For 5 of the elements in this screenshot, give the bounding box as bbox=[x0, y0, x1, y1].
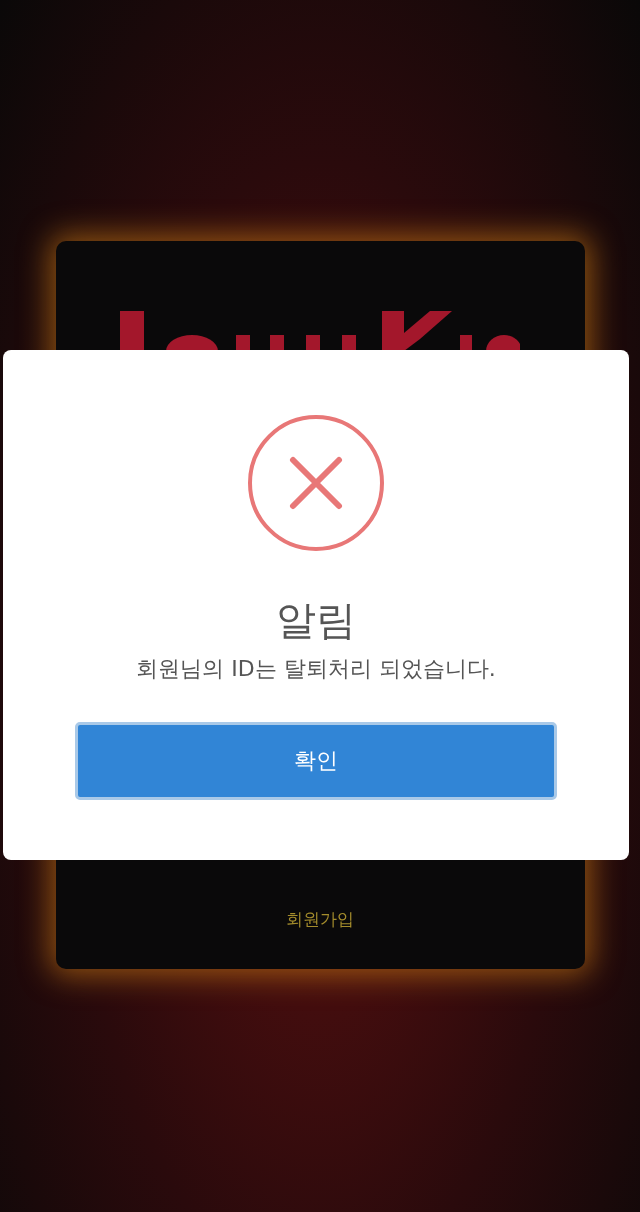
error-icon bbox=[246, 413, 386, 553]
alert-message: 회원님의 ID는 탈퇴처리 되었습니다. bbox=[136, 655, 496, 683]
confirm-button[interactable]: 확인 bbox=[75, 722, 557, 800]
alert-title: 알림 bbox=[276, 598, 356, 642]
signup-link[interactable]: 회원가입 bbox=[286, 908, 354, 931]
